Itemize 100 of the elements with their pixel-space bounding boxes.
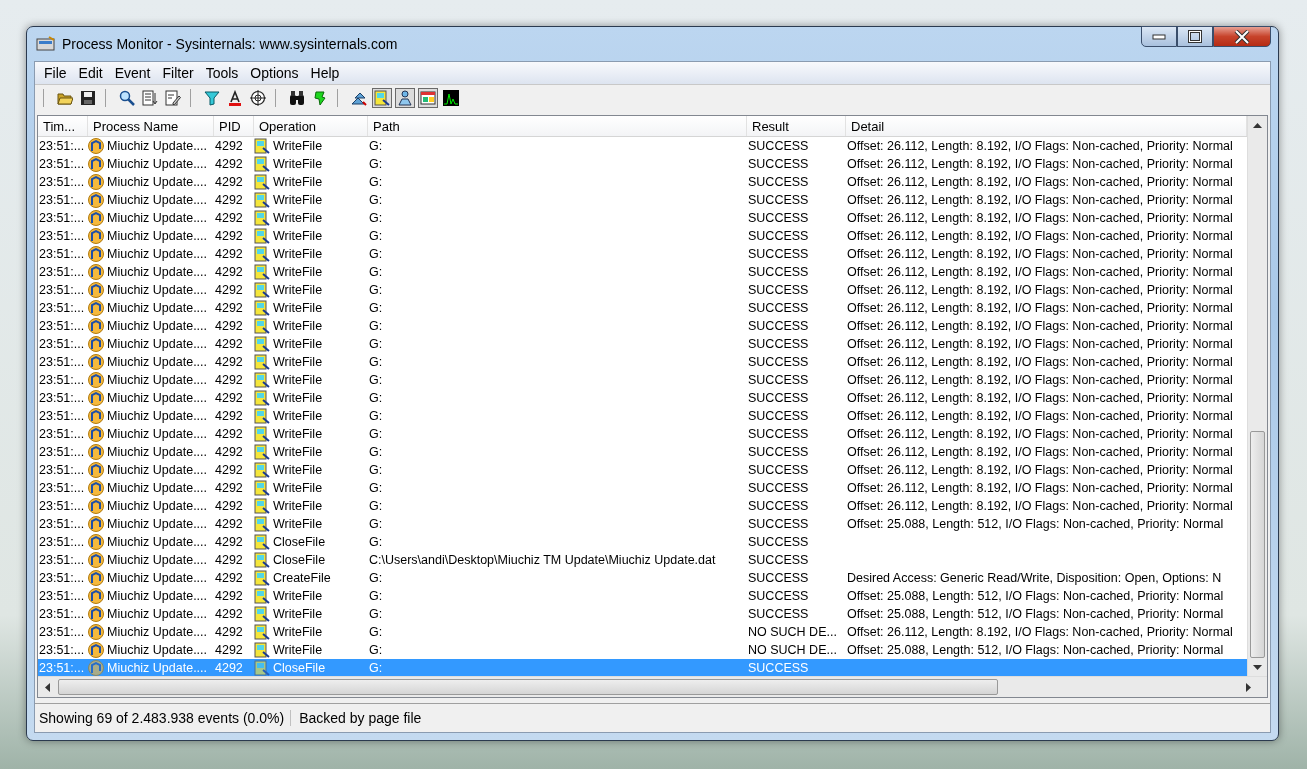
table-row[interactable]: 23:51:... Miuchiz Update.... 4292 CloseFile C:\Users\andi\Desktop\Miuchiz TM Update\Miuchiz Update.dat SUCCESS (38, 551, 1247, 569)
time-cell-text: 23:51:... (38, 175, 86, 189)
operation-cell: WriteFile (273, 391, 323, 405)
process-cell: Miuchiz Update.... (107, 463, 208, 477)
pid-cell-text: 4292 (214, 373, 244, 387)
file-magnifier-icon (254, 228, 270, 244)
table-row[interactable]: 23:51:... Miuchiz Update.... 4292 WriteFile G: SUCCESS Offset: 26.112, Length: 8.192, I/O Flags: Non-cached, Priority: Normal (38, 263, 1247, 281)
scroll-up-icon[interactable] (1253, 122, 1262, 128)
horizontal-scrollbar[interactable] (38, 676, 1267, 697)
minimize-button[interactable] (1141, 26, 1177, 47)
pid-cell-text: 4292 (214, 589, 244, 603)
table-row[interactable]: 23:51:... Miuchiz Update.... 4292 WriteFile G: SUCCESS Offset: 25.088, Length: 512, I/O Flags: Non-cached, Priority: Normal (38, 587, 1247, 605)
time-cell-text: 23:51:... (38, 229, 86, 243)
path-cell-text: G: (368, 211, 384, 225)
table-row[interactable]: 23:51:... Miuchiz Update.... 4292 WriteFile G: SUCCESS Offset: 26.112, Length: 8.192, I/O Flags: Non-cached, Priority: Normal (38, 281, 1247, 299)
result-cell-text: SUCCESS (747, 517, 810, 531)
file-magnifier-icon (254, 444, 270, 460)
graph-icon[interactable] (441, 88, 461, 108)
table-row[interactable]: 23:51:... Miuchiz Update.... 4292 WriteFile G: SUCCESS Offset: 26.112, Length: 8.192, I/O Flags: Non-cached, Priority: Normal (38, 371, 1247, 389)
path-cell-text: G: (368, 535, 384, 549)
scroll-thumb[interactable] (58, 679, 998, 695)
path-cell-text: G: (368, 139, 384, 153)
file-magnifier-icon (254, 534, 270, 550)
scroll-down-icon[interactable] (1253, 664, 1262, 670)
menu-item[interactable]: File (38, 63, 73, 83)
table-row[interactable]: 23:51:... Miuchiz Update.... 4292 WriteFile G: SUCCESS Offset: 26.112, Length: 8.192, I/O Flags: Non-cached, Priority: Normal (38, 227, 1247, 245)
table-row[interactable]: 23:51:... Miuchiz Update.... 4292 WriteFile G: SUCCESS Offset: 26.112, Length: 8.192, I/O Flags: Non-cached, Priority: Normal (38, 443, 1247, 461)
funnel-icon[interactable] (202, 88, 222, 108)
column-header[interactable]: Result (747, 116, 846, 136)
operation-cell: WriteFile (273, 193, 323, 207)
network-icon[interactable] (395, 88, 415, 108)
menu-item[interactable]: Tools (199, 63, 245, 83)
table-row[interactable]: 23:51:... Miuchiz Update.... 4292 WriteFile G: SUCCESS Offset: 26.112, Length: 8.192, I/O Flags: Non-cached, Priority: Normal (38, 173, 1247, 191)
detail-cell-text: Offset: 26.112, Length: 8.192, I/O Flags: Non-cached, Priority: Normal (846, 229, 1234, 243)
pid-cell-text: 4292 (214, 481, 244, 495)
table-row[interactable]: 23:51:... Miuchiz Update.... 4292 WriteFile G: NO SUCH DE... Offset: 26.112, Length: 8.192, I/O Flags: Non-cached, Priority: Normal (38, 623, 1247, 641)
time-cell-text: 23:51:... (38, 661, 86, 675)
time-cell-text: 23:51:... (38, 391, 86, 405)
scroll-thumb[interactable] (1250, 431, 1265, 658)
table-row[interactable]: 23:51:... Miuchiz Update.... 4292 WriteFile G: SUCCESS Offset: 25.088, Length: 512, I/O Flags: Non-cached, Priority: Normal (38, 605, 1247, 623)
process-cell: Miuchiz Update.... (107, 409, 208, 423)
column-header[interactable]: Tim... (38, 116, 88, 136)
table-row[interactable]: 23:51:... Miuchiz Update.... 4292 WriteFile G: SUCCESS Offset: 26.112, Length: 8.192, I/O Flags: Non-cached, Priority: Normal (38, 389, 1247, 407)
table-row[interactable]: 23:51:... Miuchiz Update.... 4292 CloseFile G: SUCCESS (38, 533, 1247, 551)
table-row[interactable]: 23:51:... Miuchiz Update.... 4292 WriteFile G: SUCCESS Offset: 26.112, Length: 8.192, I/O Flags: Non-cached, Priority: Normal (38, 461, 1247, 479)
table-row[interactable]: 23:51:... Miuchiz Update.... 4292 WriteFile G: SUCCESS Offset: 26.112, Length: 8.192, I/O Flags: Non-cached, Priority: Normal (38, 137, 1247, 155)
process-cell: Miuchiz Update.... (107, 373, 208, 387)
table-row[interactable]: 23:51:... Miuchiz Update.... 4292 WriteFile G: SUCCESS Offset: 26.112, Length: 8.192, I/O Flags: Non-cached, Priority: Normal (38, 479, 1247, 497)
time-cell-text: 23:51:... (38, 193, 86, 207)
page-pencil-icon[interactable] (163, 88, 183, 108)
pid-cell-text: 4292 (214, 193, 244, 207)
binoculars-icon[interactable] (287, 88, 307, 108)
table-row[interactable]: 23:51:... Miuchiz Update.... 4292 WriteFile G: SUCCESS Offset: 26.112, Length: 8.192, I/O Flags: Non-cached, Priority: Normal (38, 191, 1247, 209)
table-row[interactable]: 23:51:... Miuchiz Update.... 4292 WriteFile G: SUCCESS Offset: 26.112, Length: 8.192, I/O Flags: Non-cached, Priority: Normal (38, 317, 1247, 335)
table-row[interactable]: 23:51:... Miuchiz Update.... 4292 WriteFile G: SUCCESS Offset: 26.112, Length: 8.192, I/O Flags: Non-cached, Priority: Normal (38, 407, 1247, 425)
operation-cell: WriteFile (273, 283, 323, 297)
menu-item[interactable]: Filter (156, 63, 200, 83)
floppy-icon[interactable] (78, 88, 98, 108)
maximize-button[interactable] (1177, 26, 1213, 47)
table-row[interactable]: 23:51:... Miuchiz Update.... 4292 WriteFile G: SUCCESS Offset: 26.112, Length: 8.192, I/O Flags: Non-cached, Priority: Normal (38, 155, 1247, 173)
app-icon (88, 588, 104, 604)
column-header[interactable]: Process Name (88, 116, 214, 136)
table-row[interactable]: 23:51:... Miuchiz Update.... 4292 WriteFile G: SUCCESS Offset: 26.112, Length: 8.192, I/O Flags: Non-cached, Priority: Normal (38, 245, 1247, 263)
magnifier-icon[interactable] (117, 88, 137, 108)
table-row[interactable]: 23:51:... Miuchiz Update.... 4292 WriteFile G: SUCCESS Offset: 26.112, Length: 8.192, I/O Flags: Non-cached, Priority: Normal (38, 425, 1247, 443)
column-header[interactable]: Path (368, 116, 747, 136)
table-row[interactable]: 23:51:... Miuchiz Update.... 4292 WriteFile G: SUCCESS Offset: 25.088, Length: 512, I/O Flags: Non-cached, Priority: Normal (38, 515, 1247, 533)
table-row[interactable]: 23:51:... Miuchiz Update.... 4292 WriteFile G: SUCCESS Offset: 26.112, Length: 8.192, I/O Flags: Non-cached, Priority: Normal (38, 299, 1247, 317)
table-row[interactable]: 23:51:... Miuchiz Update.... 4292 WriteFile G: NO SUCH DE... Offset: 25.088, Length: 512, I/O Flags: Non-cached, Priority: Normal (38, 641, 1247, 659)
scroll-left-icon[interactable] (44, 682, 50, 692)
window-title: Process Monitor - Sysinternals: www.sysinternals.com (62, 36, 399, 52)
operation-cell: CloseFile (273, 553, 326, 567)
window-icon[interactable] (418, 88, 438, 108)
time-cell-text: 23:51:... (38, 589, 86, 603)
menu-item[interactable]: Edit (72, 63, 109, 83)
file-magnifier-icon (254, 372, 270, 388)
result-cell-text: SUCCESS (747, 499, 810, 513)
operation-cell: CloseFile (273, 535, 326, 549)
menu-item[interactable]: Help (304, 63, 346, 83)
table-row[interactable]: 23:51:... Miuchiz Update.... 4292 WriteFile G: SUCCESS Offset: 26.112, Length: 8.192, I/O Flags: Non-cached, Priority: Normal (38, 497, 1247, 515)
table-row[interactable]: 23:51:... Miuchiz Update.... 4292 WriteFile G: SUCCESS Offset: 26.112, Length: 8.192, I/O Flags: Non-cached, Priority: Normal (38, 209, 1247, 227)
table-row[interactable]: 23:51:... Miuchiz Update.... 4292 WriteFile G: SUCCESS Offset: 26.112, Length: 8.192, I/O Flags: Non-cached, Priority: Normal (38, 353, 1247, 371)
detail-cell-text: Offset: 26.112, Length: 8.192, I/O Flags: Non-cached, Priority: Normal (846, 175, 1234, 189)
scroll-right-icon[interactable] (1245, 682, 1251, 692)
table-row[interactable]: 23:51:... Miuchiz Update.... 4292 WriteFile G: SUCCESS Offset: 26.112, Length: 8.192, I/O Flags: Non-cached, Priority: Normal (38, 335, 1247, 353)
column-header[interactable]: Operation (254, 116, 368, 136)
close-button[interactable] (1213, 26, 1271, 47)
vertical-scrollbar[interactable] (1247, 116, 1267, 676)
time-cell-text: 23:51:... (38, 337, 86, 351)
path-cell-text: G: (368, 265, 384, 279)
menu-item[interactable]: Options (244, 63, 305, 83)
app-icon (88, 336, 104, 352)
crosshair-icon[interactable] (248, 88, 268, 108)
column-header[interactable]: PID (214, 116, 254, 136)
menu-item[interactable]: Event (108, 63, 157, 83)
table-row[interactable]: 23:51:... Miuchiz Update.... 4292 CreateFile G: SUCCESS Desired Access: Generic Read/Write, Disposition: Open, Options: N (38, 569, 1247, 587)
process-cell: Miuchiz Update.... (107, 301, 208, 315)
page-arrow-icon[interactable] (140, 88, 160, 108)
file-magnifier-icon[interactable] (372, 88, 392, 108)
pid-cell-text: 4292 (214, 535, 244, 549)
